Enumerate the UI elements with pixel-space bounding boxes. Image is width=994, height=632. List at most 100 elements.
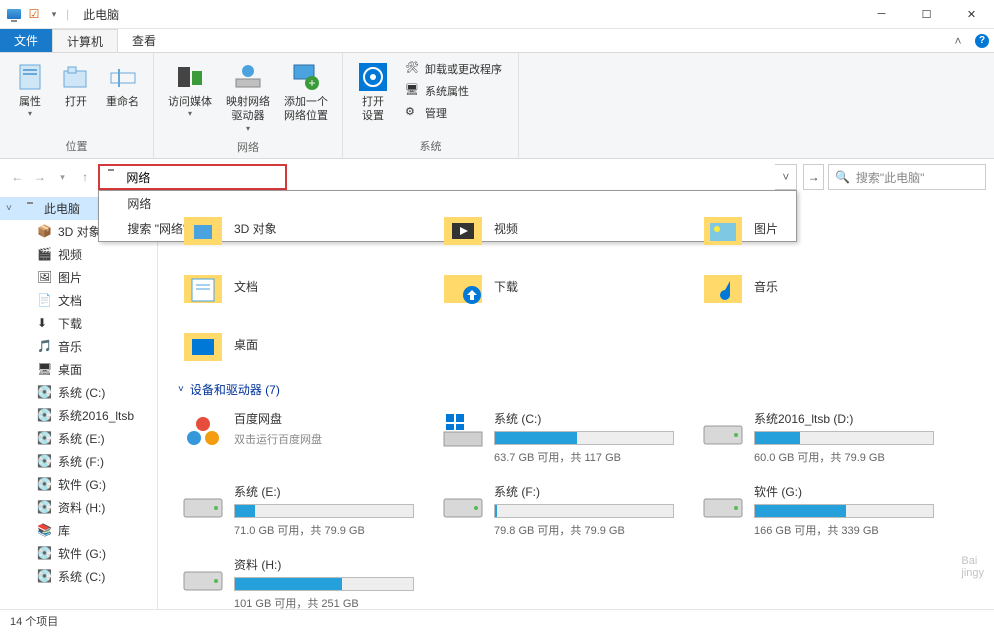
system-properties-button[interactable]: 🖥系统属性 (401, 81, 506, 101)
tree-item[interactable]: 💽系统 (E:) (0, 427, 157, 450)
up-button[interactable]: ↑ (76, 165, 95, 189)
drive-icon (442, 410, 484, 452)
tab-file[interactable]: 文件 (0, 29, 52, 52)
open-button[interactable]: 打开 (54, 57, 98, 113)
uninstall-programs-button[interactable]: 🛠卸载或更改程序 (401, 59, 506, 79)
tree-item[interactable]: 💽系统 (C:) (0, 381, 157, 404)
tree-item[interactable]: 💽系统2016_ltsb (0, 404, 157, 427)
drive-bar (754, 431, 934, 445)
drive-name: 资料 (H:) (234, 556, 414, 573)
folder-icon (442, 207, 484, 249)
drive-name: 系统 (C:) (494, 410, 674, 427)
map-drive-button[interactable]: 映射网络 驱动器▾ (220, 57, 276, 137)
open-settings-button[interactable]: 打开 设置 (351, 57, 395, 128)
qat-dropdown-icon[interactable]: ▾ (46, 6, 62, 22)
tree-label: 软件 (G:) (58, 545, 106, 562)
tree-label: 视频 (58, 246, 82, 263)
collapse-ribbon-icon[interactable]: ˄ (946, 29, 970, 52)
access-media-button[interactable]: 访问媒体▾ (162, 57, 218, 122)
ribbon-group-label: 网络 (162, 137, 334, 157)
drive-item[interactable]: 系统 (E:)71.0 GB 可用，共 79.9 GB (178, 479, 418, 542)
qat-checkbox-icon[interactable]: ☑ (26, 6, 42, 22)
tree-item[interactable]: 💽软件 (G:) (0, 542, 157, 565)
ribbon-group-network: 访问媒体▾ 映射网络 驱动器▾ + 添加一个 网络位置 网络 (154, 53, 343, 158)
tree-item[interactable]: 🎵音乐 (0, 335, 157, 358)
tree-label: 系统2016_ltsb (58, 407, 134, 424)
drive-item[interactable]: 系统 (F:)79.8 GB 可用，共 79.9 GB (438, 479, 678, 542)
folder-item[interactable]: 桌面 (178, 319, 418, 369)
folder-name: 下载 (494, 278, 518, 295)
drive-free: 101 GB 可用，共 251 GB (234, 595, 414, 609)
tree-label: 音乐 (58, 338, 82, 355)
drive-item[interactable]: 资料 (H:) 101 GB 可用，共 251 GB (178, 552, 418, 609)
tree-label: 系统 (C:) (58, 384, 105, 401)
drive-icon (182, 556, 224, 598)
folder-item[interactable]: 3D 对象 (178, 203, 418, 253)
drive-item[interactable]: 系统2016_ltsb (D:)60.0 GB 可用，共 79.9 GB (698, 406, 938, 469)
tree-label: 系统 (E:) (58, 430, 105, 447)
close-button[interactable]: ✕ (949, 0, 994, 29)
help-button[interactable]: ? (970, 29, 994, 52)
drive-icon (702, 410, 744, 452)
add-network-location-button[interactable]: + 添加一个 网络位置 (278, 57, 334, 128)
drive-name: 系统 (E:) (234, 483, 414, 500)
folder-item[interactable]: 图片 (698, 203, 938, 253)
content-pane: 3D 对象 视频 图片文档 下载 音乐桌面 ˅ 设备和驱动器 (7) 百度网盘双击运行百… (158, 195, 994, 609)
rename-button[interactable]: 重命名 (100, 57, 145, 113)
section-label: 设备和驱动器 (7) (190, 381, 280, 398)
drive-item[interactable]: 软件 (G:)166 GB 可用，共 339 GB (698, 479, 938, 542)
tree-item[interactable]: 📚库 (0, 519, 157, 542)
ribbon-group-label: 位置 (8, 136, 145, 156)
tree-label: 系统 (C:) (58, 568, 105, 585)
tree-item[interactable]: ⬇下载 (0, 312, 157, 335)
drive-item[interactable]: 系统 (C:)63.7 GB 可用，共 117 GB (438, 406, 678, 469)
tree-label: 库 (58, 522, 70, 539)
chevron-down-icon: ˅ (178, 384, 184, 395)
drive-bar (494, 431, 674, 445)
watermark: Baijingy (961, 555, 984, 579)
drive-icon (442, 483, 484, 525)
folder-icon (702, 265, 744, 307)
search-input[interactable]: 🔍 搜索"此电脑" (828, 164, 986, 190)
drive-bar (754, 504, 934, 518)
folder-item[interactable]: 文档 (178, 261, 418, 311)
tree-item[interactable]: 🖥桌面 (0, 358, 157, 381)
tree-label: 资料 (H:) (58, 499, 105, 516)
minimize-button[interactable]: ─ (859, 0, 904, 29)
folder-name: 视频 (494, 220, 518, 237)
folder-name: 图片 (754, 220, 778, 237)
tree-item[interactable]: 📄文档 (0, 289, 157, 312)
refresh-button[interactable]: → (803, 164, 824, 190)
tree-item[interactable]: 🎬视频 (0, 243, 157, 266)
address-bar[interactable] (98, 164, 287, 190)
folder-item[interactable]: 音乐 (698, 261, 938, 311)
folder-icon (182, 265, 224, 307)
properties-button[interactable]: 属性▾ (8, 57, 52, 122)
maximize-button[interactable]: ☐ (904, 0, 949, 29)
tab-view[interactable]: 查看 (118, 29, 170, 52)
drive-bar (494, 504, 674, 518)
address-input[interactable] (126, 170, 281, 184)
folder-icon (442, 265, 484, 307)
folder-item[interactable]: 视频 (438, 203, 678, 253)
address-dropdown-icon[interactable]: ˅ (775, 164, 797, 190)
tree-item[interactable]: 🖼图片 (0, 266, 157, 289)
tree-item[interactable]: 💽系统 (F:) (0, 450, 157, 473)
tab-computer[interactable]: 计算机 (52, 29, 118, 52)
tree-item[interactable]: 💽资料 (H:) (0, 496, 157, 519)
section-drives[interactable]: ˅ 设备和驱动器 (7) (178, 381, 974, 398)
forward-button[interactable]: → (31, 165, 50, 189)
tree-label: 软件 (G:) (58, 476, 106, 493)
manage-button[interactable]: ⚙管理 (401, 103, 506, 123)
folder-item[interactable]: 下载 (438, 261, 678, 311)
tree-item[interactable]: 💽系统 (C:) (0, 565, 157, 588)
ribbon-group-location: 属性▾ 打开 重命名 位置 (0, 53, 154, 158)
drive-item[interactable]: 百度网盘双击运行百度网盘 (178, 406, 418, 469)
tree-label: 桌面 (58, 361, 82, 378)
tree-label: 图片 (58, 269, 82, 286)
recent-dropdown-icon[interactable]: ▾ (53, 165, 72, 189)
tree-item[interactable]: 💽软件 (G:) (0, 473, 157, 496)
back-button[interactable]: ← (8, 165, 27, 189)
search-icon: 🔍 (835, 170, 850, 184)
status-text: 14 个项目 (10, 613, 58, 629)
